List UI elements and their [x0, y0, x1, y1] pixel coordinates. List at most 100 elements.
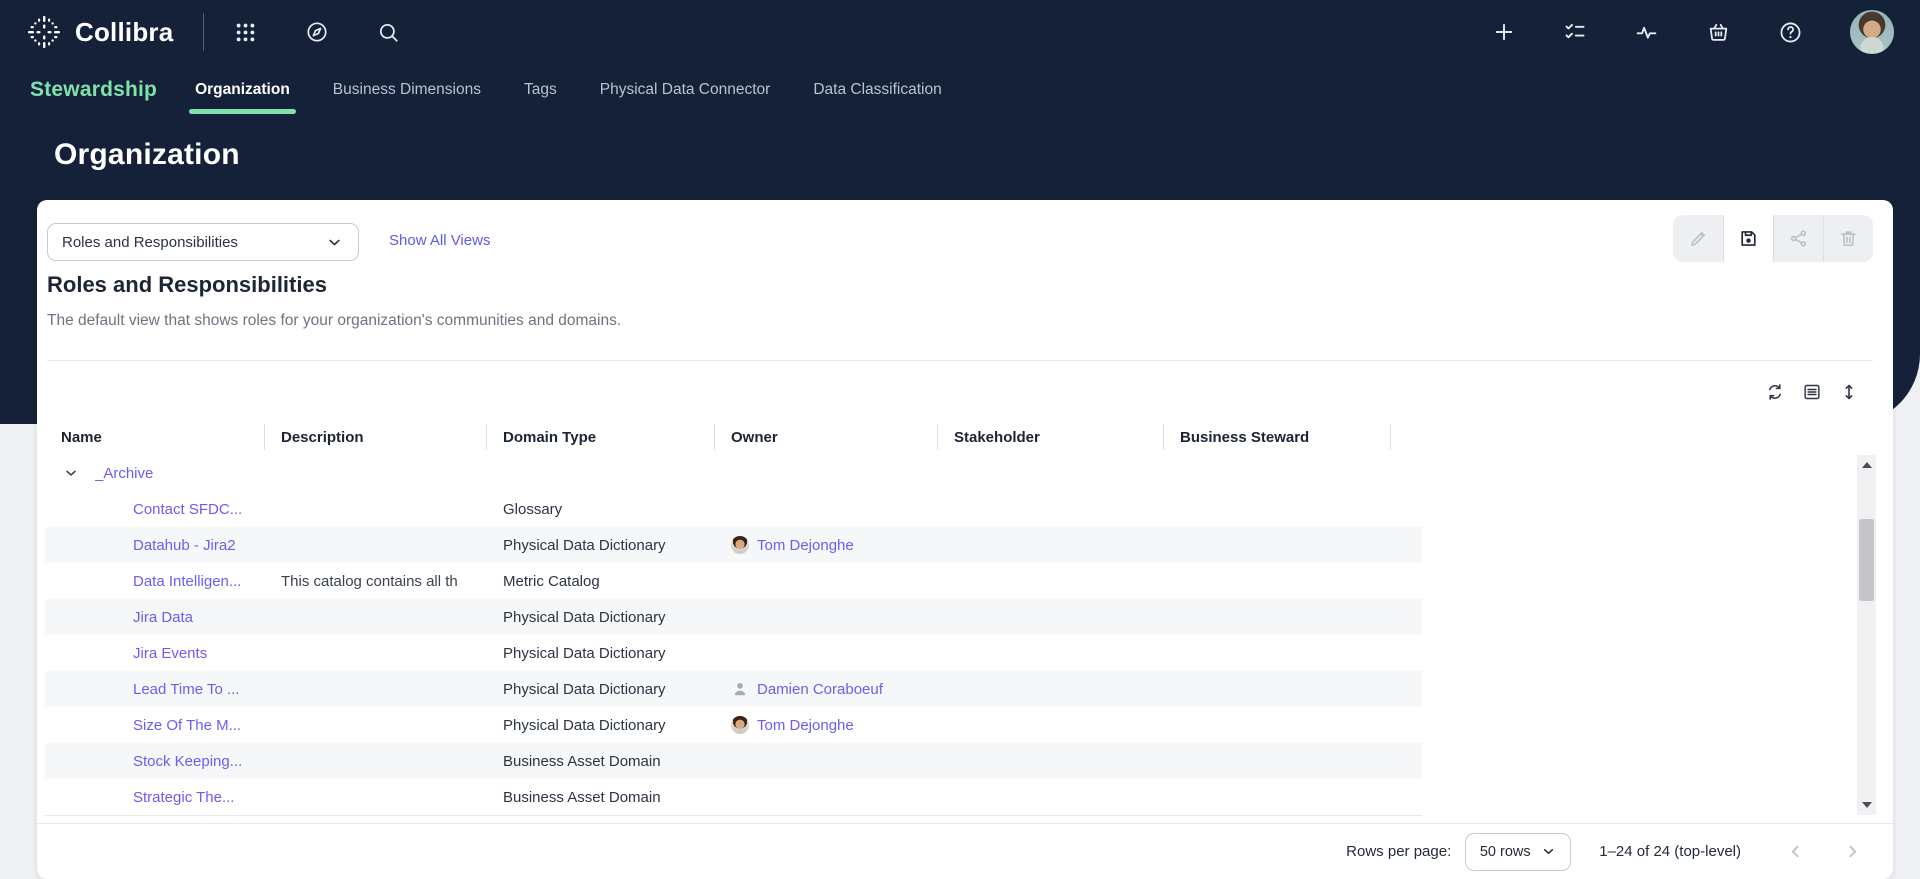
description-cell — [265, 707, 487, 743]
activity-pulse-icon[interactable] — [1634, 20, 1659, 45]
table-scrollbar[interactable] — [1857, 455, 1876, 815]
person-icon — [731, 680, 749, 698]
column-header-stakeholder[interactable]: Stakeholder — [938, 420, 1164, 454]
asset-link[interactable]: _Archive — [95, 465, 153, 482]
business-steward-cell — [1164, 599, 1391, 635]
column-header-owner[interactable]: Owner — [715, 420, 938, 454]
view-select-dropdown[interactable]: Roles and Responsibilities — [47, 223, 359, 261]
row-expander-chevron-down-icon[interactable] — [63, 465, 79, 481]
compass-icon[interactable] — [305, 20, 329, 44]
person-silhouette-icon — [731, 680, 749, 698]
asset-link[interactable]: Jira Events — [133, 645, 207, 662]
stakeholder-cell — [938, 779, 1164, 815]
owner-cell — [715, 455, 938, 491]
delete-view-button[interactable] — [1823, 215, 1873, 262]
description-cell — [265, 455, 487, 491]
tab-business-dimensions[interactable]: Business Dimensions — [333, 64, 481, 116]
domain-type-cell: Physical Data Dictionary — [487, 599, 715, 635]
section-tabbar: Stewardship OrganizationBusiness Dimensi… — [0, 64, 1920, 116]
previous-page-button[interactable] — [1785, 841, 1806, 862]
asset-link[interactable]: Strategic The... — [133, 789, 234, 806]
table-settings-icon[interactable] — [1802, 382, 1822, 402]
name-cell: Contact SFDC... — [45, 491, 265, 527]
tab-organization[interactable]: Organization — [195, 64, 290, 116]
description-cell — [265, 491, 487, 527]
topbar-divider — [203, 13, 204, 51]
column-header-domain-type[interactable]: Domain Type — [487, 420, 715, 454]
business-steward-cell — [1164, 527, 1391, 563]
column-header-business-steward[interactable]: Business Steward — [1164, 420, 1391, 454]
table-bottom-divider — [45, 815, 1422, 816]
owner-cell — [715, 563, 938, 599]
asset-link[interactable]: Lead Time To ... — [133, 681, 239, 698]
share-view-button[interactable] — [1773, 215, 1823, 262]
name-cell: Jira Events — [45, 635, 265, 671]
chevron-down-icon — [1540, 843, 1557, 860]
description-text: This catalog contains all th — [281, 573, 458, 590]
asset-link[interactable]: Contact SFDC... — [133, 501, 242, 518]
asset-link[interactable]: Datahub - Jira2 — [133, 537, 236, 554]
domain-type-cell: Metric Catalog — [487, 563, 715, 599]
asset-link[interactable]: Stock Keeping... — [133, 753, 242, 770]
scroll-up-arrow-icon[interactable] — [1857, 457, 1876, 473]
scrollbar-thumb[interactable] — [1859, 519, 1874, 601]
show-all-views-link[interactable]: Show All Views — [389, 232, 490, 249]
next-page-button[interactable] — [1842, 841, 1863, 862]
owner-link[interactable]: Tom Dejonghe — [757, 537, 854, 554]
tasks-checklist-icon[interactable] — [1563, 20, 1587, 44]
name-cell: Lead Time To ... — [45, 671, 265, 707]
tab-tags[interactable]: Tags — [524, 64, 557, 116]
stakeholder-cell — [938, 527, 1164, 563]
table-row: Lead Time To ...Physical Data Dictionary… — [45, 671, 1422, 707]
table-footer: Rows per page: 50 rows 1–24 of 24 (top-l… — [37, 824, 1893, 879]
page-title: Organization — [54, 138, 240, 172]
business-steward-cell — [1164, 707, 1391, 743]
business-steward-cell — [1164, 671, 1391, 707]
column-header-name[interactable]: Name — [45, 420, 265, 454]
name-cell: _Archive — [45, 455, 265, 491]
tab-data-classification[interactable]: Data Classification — [813, 64, 941, 116]
apps-grid-icon[interactable] — [234, 21, 257, 44]
pencil-icon — [1688, 228, 1709, 249]
tabs-container: Organization Business Dimensions Tags Physi… — [195, 64, 942, 116]
view-select-value: Roles and Responsibilities — [62, 234, 317, 251]
description-cell — [265, 527, 487, 563]
view-action-group — [1673, 215, 1873, 262]
owner-cell — [715, 491, 938, 527]
collibra-brand[interactable]: Collibra — [26, 14, 173, 50]
owner-link[interactable]: Tom Dejonghe — [757, 717, 854, 734]
business-steward-cell — [1164, 635, 1391, 671]
description-cell: This catalog contains all th — [265, 563, 487, 599]
domain-type-cell: Business Asset Domain — [487, 743, 715, 779]
save-view-button[interactable] — [1723, 215, 1773, 262]
row-height-icon[interactable] — [1839, 382, 1859, 402]
asset-link[interactable]: Jira Data — [133, 609, 193, 626]
tab-physical-data-connector[interactable]: Physical Data Connector — [600, 64, 771, 116]
basket-icon[interactable] — [1706, 20, 1731, 45]
description-cell — [265, 635, 487, 671]
stakeholder-cell — [938, 671, 1164, 707]
search-icon[interactable] — [377, 21, 400, 44]
user-avatar — [731, 716, 749, 734]
trash-icon — [1838, 228, 1859, 249]
column-header-description[interactable]: Description — [265, 420, 487, 454]
rows-per-page-value: 50 rows — [1480, 844, 1531, 860]
help-icon[interactable] — [1778, 20, 1803, 45]
description-cell — [265, 779, 487, 815]
table-row: Stock Keeping... Business Asset Domain — [45, 743, 1422, 779]
scroll-down-arrow-icon[interactable] — [1857, 797, 1876, 813]
refresh-icon[interactable] — [1765, 382, 1785, 402]
edit-view-button[interactable] — [1673, 215, 1723, 262]
table-row: Datahub - Jira2 Physical Data Dictionary T… — [45, 527, 1422, 563]
table-header-row: NameDescriptionDomain TypeOwnerStakehold… — [45, 420, 1422, 454]
plus-icon[interactable] — [1492, 20, 1516, 44]
owner-link[interactable]: Damien Coraboeuf — [757, 681, 883, 698]
domain-type-cell: Physical Data Dictionary — [487, 527, 715, 563]
user-avatar[interactable] — [1850, 10, 1894, 54]
rows-per-page-select[interactable]: 50 rows — [1465, 833, 1571, 871]
asset-link[interactable]: Size Of The M... — [133, 717, 241, 734]
name-cell: Size Of The M... — [45, 707, 265, 743]
user-avatar — [731, 536, 749, 554]
asset-link[interactable]: Data Intelligen... — [133, 573, 241, 590]
name-cell: Jira Data — [45, 599, 265, 635]
